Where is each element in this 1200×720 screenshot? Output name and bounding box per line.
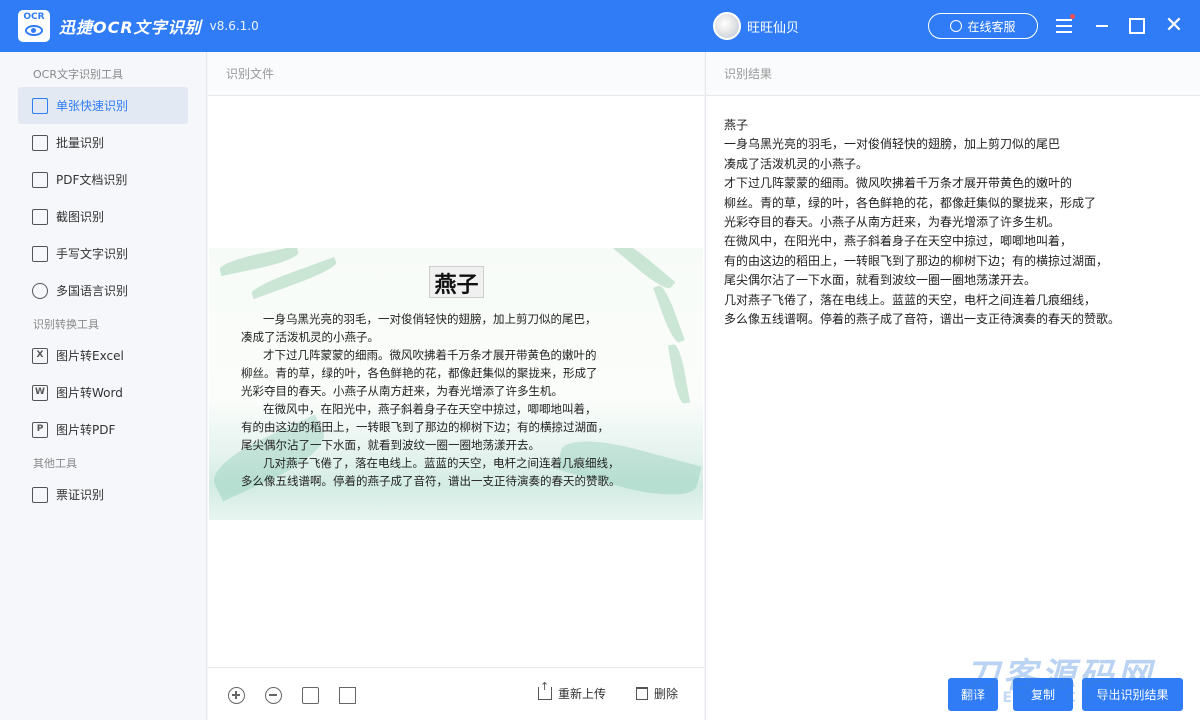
sidebar-item-label: 多国语言识别 <box>56 284 129 298</box>
batch-icon <box>32 134 48 151</box>
sidebar-group-ocr: OCR文字识别工具 <box>33 68 123 81</box>
sidebar-item-label: 图片转Word <box>56 386 123 400</box>
result-panel: 识别结果 燕子 一身乌黑光亮的羽毛，一对俊俏轻快的翅膀，加上剪刀似的尾巴 凑成了… <box>705 52 1200 720</box>
word-icon: W <box>32 384 48 401</box>
sidebar-item-handwriting[interactable]: 手写文字识别 <box>18 235 188 272</box>
sidebar-item-to-excel[interactable]: X 图片转Excel <box>18 337 188 374</box>
minimize-icon[interactable] <box>1090 14 1114 38</box>
user-profile[interactable]: 旺旺仙贝 <box>713 12 799 40</box>
result-panel-header: 识别结果 <box>706 52 1200 96</box>
result-line[interactable]: 多么像五线谱啊。停着的燕子成了音符，谱出一支正待演奏的春天的赞歌。 <box>724 310 1184 329</box>
user-name[interactable]: 旺旺仙贝 <box>747 17 799 36</box>
sidebar-item-label: 手写文字识别 <box>56 247 129 261</box>
document-line: 有的由这边的稻田上，一转眼飞到了那边的柳树下边；有的横掠过湖面， <box>241 420 609 434</box>
result-line[interactable]: 才下过几阵蒙蒙的细雨。微风吹拂着千万条才展开带黄色的嫩叶的 <box>724 174 1184 193</box>
result-line[interactable]: 柳丝。青的草，绿的叶，各色鲜艳的花，都像赶集似的聚拢来，形成了 <box>724 194 1184 213</box>
zoom-in-icon[interactable] <box>228 687 245 704</box>
document-title: 燕子 <box>429 266 484 298</box>
sidebar-item-label: PDF文档识别 <box>56 173 128 187</box>
app-version: v8.6.1.0 <box>209 19 259 33</box>
result-text-area[interactable]: 燕子 一身乌黑光亮的羽毛，一对俊俏轻快的翅膀，加上剪刀似的尾巴 凑成了活泼机灵的… <box>724 116 1184 329</box>
avatar[interactable] <box>713 12 741 40</box>
sidebar-group-other: 其他工具 <box>33 457 77 470</box>
pdf-icon: P <box>32 421 48 438</box>
sidebar-item-multilanguage[interactable]: 多国语言识别 <box>18 272 188 309</box>
single-image-icon <box>32 97 48 114</box>
result-line[interactable]: 光彩夺目的春天。小燕子从南方赶来，为春光增添了许多生机。 <box>724 213 1184 232</box>
crop-icon <box>32 208 48 225</box>
watermark-sub: DKEWL.COM <box>968 690 1120 706</box>
sidebar-item-label: 图片转PDF <box>56 423 116 437</box>
rotate-icon[interactable] <box>302 687 319 704</box>
trash-icon <box>636 687 648 700</box>
reupload-button[interactable]: 重新上传 <box>538 680 607 702</box>
delete-button[interactable]: 删除 <box>636 685 678 702</box>
document-line: 一身乌黑光亮的羽毛，一对俊俏轻快的翅膀，加上剪刀似的尾巴， <box>263 312 597 326</box>
sidebar-item-pdf-doc[interactable]: PDF文档识别 <box>18 161 188 198</box>
result-line[interactable]: 一身乌黑光亮的羽毛，一对俊俏轻快的翅膀，加上剪刀似的尾巴 <box>724 135 1184 154</box>
online-service-button[interactable]: 在线客服 <box>928 13 1038 39</box>
sidebar-item-to-word[interactable]: W 图片转Word <box>18 374 188 411</box>
sidebar-item-label: 票证识别 <box>56 488 105 502</box>
document-line: 柳丝。青的草，绿的叶，各色鲜艳的花，都像赶集似的聚拢来，形成了 <box>241 366 598 380</box>
file-toolbar: 重新上传 删除 <box>208 667 704 720</box>
maximize-icon[interactable] <box>1125 14 1149 38</box>
upload-icon <box>538 680 552 700</box>
headset-icon <box>950 20 963 32</box>
document-image: 燕子 一身乌黑光亮的羽毛，一对俊俏轻快的翅膀，加上剪刀似的尾巴， 凑成了活泼机灵… <box>209 248 703 520</box>
result-line[interactable]: 在微风中，在阳光中，燕子斜着身子在天空中掠过，唧唧地叫着， <box>724 232 1184 251</box>
globe-icon <box>32 282 48 299</box>
sidebar-item-batch[interactable]: 批量识别 <box>18 124 188 161</box>
sidebar-item-label: 批量识别 <box>56 136 105 150</box>
document-line: 多么像五线谱啊。停着的燕子成了音符，谱出一支正待演奏的春天的赞歌。 <box>241 474 621 488</box>
result-line[interactable]: 尾尖偶尔沾了一下水面，就看到波纹一圈一圈地荡漾开去。 <box>724 271 1184 290</box>
sidebar-item-single-recognition[interactable]: 单张快速识别 <box>18 87 188 124</box>
ticket-icon <box>32 486 48 503</box>
title-bar: OCR 迅捷OCR文字识别 v8.6.1.0 旺旺仙贝 在线客服 ✕ <box>0 0 1200 52</box>
pen-icon <box>32 245 48 262</box>
document-line: 在微风中，在阳光中，燕子斜着身子在天空中掠过，唧唧地叫着， <box>263 402 597 416</box>
sidebar: OCR文字识别工具 单张快速识别 批量识别 PDF文档识别 截图识别 手写文字识… <box>0 52 207 720</box>
menu-icon[interactable] <box>1052 14 1076 38</box>
app-title: 迅捷OCR文字识别 <box>59 18 202 37</box>
zoom-out-icon[interactable] <box>265 687 282 704</box>
document-line: 尾尖偶尔沾了一下水面，就看到波纹一圈一圈地荡漾开去。 <box>241 438 540 452</box>
file-panel-header: 识别文件 <box>208 52 704 96</box>
sidebar-item-label: 图片转Excel <box>56 349 124 363</box>
document-line: 凑成了活泼机灵的小燕子。 <box>241 330 379 344</box>
notification-dot <box>1070 14 1075 19</box>
logo-text: OCR <box>23 12 45 22</box>
result-line[interactable]: 凑成了活泼机灵的小燕子。 <box>724 155 1184 174</box>
document-line: 几对燕子飞倦了，落在电线上。蓝蓝的天空，电杆之间连着几痕细线， <box>263 456 620 470</box>
pdf-doc-icon <box>32 171 48 188</box>
document-line: 才下过几阵蒙蒙的细雨。微风吹拂着千万条才展开带黄色的嫩叶的 <box>263 348 597 362</box>
delete-label: 删除 <box>654 687 679 701</box>
fit-screen-icon[interactable] <box>339 687 356 704</box>
result-line[interactable]: 几对燕子飞倦了，落在电线上。蓝蓝的天空，电杆之间连着几痕细线， <box>724 291 1184 310</box>
sidebar-group-convert: 识别转换工具 <box>33 318 99 331</box>
sidebar-item-to-pdf[interactable]: P 图片转PDF <box>18 411 188 448</box>
sidebar-item-ticket[interactable]: 票证识别 <box>18 476 188 513</box>
reupload-label: 重新上传 <box>558 687 607 701</box>
sidebar-item-label: 单张快速识别 <box>56 99 129 113</box>
sidebar-item-screenshot[interactable]: 截图识别 <box>18 198 188 235</box>
online-service-label: 在线客服 <box>967 19 1016 34</box>
excel-icon: X <box>32 347 48 364</box>
result-line[interactable]: 燕子 <box>724 116 1184 135</box>
sidebar-item-label: 截图识别 <box>56 210 105 224</box>
close-icon[interactable]: ✕ <box>1162 14 1186 38</box>
file-panel: 识别文件 燕子 一身乌黑光亮的羽毛，一对俊俏轻快的翅膀，加上剪刀似的尾巴， 凑成… <box>208 52 704 720</box>
document-line: 光彩夺目的春天。小燕子从南方赶来，为春光增添了许多生机。 <box>241 384 563 398</box>
result-line[interactable]: 有的由这边的稻田上，一转眼飞到了那边的柳树下边；有的横掠过湖面， <box>724 252 1184 271</box>
document-text: 一身乌黑光亮的羽毛，一对俊俏轻快的翅膀，加上剪刀似的尾巴， 凑成了活泼机灵的小燕… <box>241 310 681 490</box>
app-logo-icon: OCR <box>18 10 50 42</box>
